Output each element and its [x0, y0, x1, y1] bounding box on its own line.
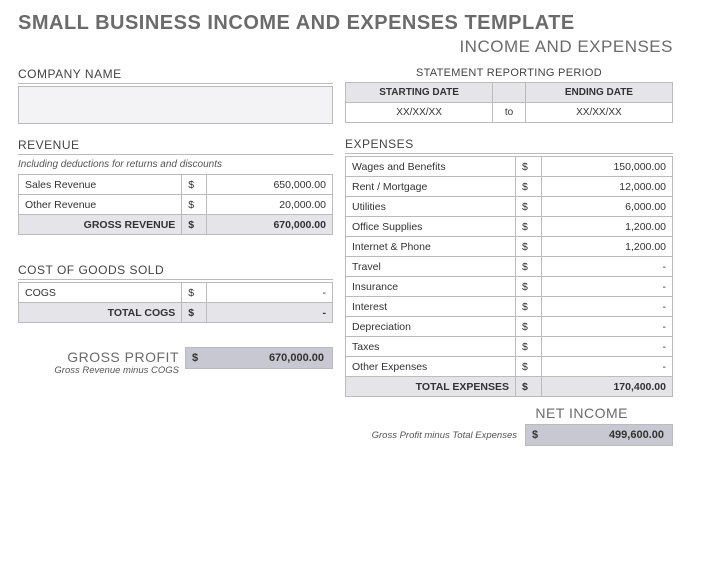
cogs-table: COGS $ - TOTAL COGS $ - — [18, 282, 333, 323]
total-label: TOTAL COGS — [19, 303, 182, 323]
row-value[interactable]: 1,200.00 — [542, 217, 673, 237]
net-income-header: NET INCOME — [345, 405, 673, 421]
gross-profit-block: GROSS PROFIT Gross Revenue minus COGS $ … — [18, 347, 333, 376]
table-row: Office Supplies$1,200.00 — [346, 217, 673, 237]
start-date-value[interactable]: XX/XX/XX — [346, 103, 493, 123]
row-label[interactable]: Rent / Mortgage — [346, 177, 516, 197]
cogs-header: COST OF GOODS SOLD — [18, 263, 333, 280]
row-value[interactable]: 12,000.00 — [542, 177, 673, 197]
row-label[interactable]: COGS — [19, 283, 182, 303]
expenses-total-row: TOTAL EXPENSES $ 170,400.00 — [346, 377, 673, 397]
company-name-input[interactable] — [18, 86, 333, 124]
period-spacer — [493, 83, 526, 103]
row-value[interactable]: - — [542, 277, 673, 297]
table-row: Other Expenses$- — [346, 357, 673, 377]
row-label[interactable]: Interest — [346, 297, 516, 317]
table-row: Interest$- — [346, 297, 673, 317]
row-label[interactable]: Insurance — [346, 277, 516, 297]
currency-symbol: $ — [182, 195, 207, 215]
table-row: Travel$- — [346, 257, 673, 277]
row-value[interactable]: - — [207, 283, 333, 303]
row-value[interactable]: - — [542, 337, 673, 357]
row-label[interactable]: Other Expenses — [346, 357, 516, 377]
start-date-label: STARTING DATE — [346, 83, 493, 103]
net-income-value-box: $ 499,600.00 — [525, 424, 673, 446]
row-label[interactable]: Depreciation — [346, 317, 516, 337]
currency-symbol: $ — [182, 303, 207, 323]
page-title: SMALL BUSINESS INCOME AND EXPENSES TEMPL… — [18, 12, 683, 35]
table-row: Internet & Phone$1,200.00 — [346, 237, 673, 257]
table-row: Rent / Mortgage$12,000.00 — [346, 177, 673, 197]
table-row: Sales Revenue $ 650,000.00 — [19, 175, 333, 195]
currency-symbol: $ — [516, 237, 542, 257]
table-row: Wages and Benefits$150,000.00 — [346, 157, 673, 177]
row-label[interactable]: Utilities — [346, 197, 516, 217]
currency-symbol: $ — [516, 217, 542, 237]
expenses-header: EXPENSES — [345, 137, 673, 154]
company-header: COMPANY NAME — [18, 67, 333, 84]
currency-symbol: $ — [516, 197, 542, 217]
currency-symbol: $ — [182, 215, 207, 235]
currency-symbol: $ — [516, 377, 542, 397]
row-value[interactable]: - — [542, 357, 673, 377]
gross-profit-header: GROSS PROFIT — [54, 349, 179, 365]
revenue-note: Including deductions for returns and dis… — [18, 157, 333, 174]
currency-symbol: $ — [516, 317, 542, 337]
row-value[interactable]: - — [542, 317, 673, 337]
table-row: Depreciation$- — [346, 317, 673, 337]
period-table: STARTING DATE ENDING DATE XX/XX/XX to XX… — [345, 82, 673, 123]
currency-symbol: $ — [526, 429, 544, 441]
net-income-note: Gross Profit minus Total Expenses — [372, 430, 525, 441]
currency-symbol: $ — [186, 352, 204, 364]
row-value[interactable]: 20,000.00 — [207, 195, 333, 215]
net-income-value: 499,600.00 — [544, 429, 672, 441]
currency-symbol: $ — [182, 283, 207, 303]
row-value[interactable]: - — [542, 257, 673, 277]
gross-profit-value-box: $ 670,000.00 — [185, 347, 333, 369]
total-label: GROSS REVENUE — [19, 215, 182, 235]
row-value[interactable]: 150,000.00 — [542, 157, 673, 177]
to-label: to — [493, 103, 526, 123]
row-value[interactable]: 650,000.00 — [207, 175, 333, 195]
revenue-header: REVENUE — [18, 138, 333, 155]
currency-symbol: $ — [516, 157, 542, 177]
gross-profit-note: Gross Revenue minus COGS — [54, 365, 179, 376]
revenue-table: Sales Revenue $ 650,000.00 Other Revenue… — [18, 174, 333, 235]
currency-symbol: $ — [516, 297, 542, 317]
currency-symbol: $ — [516, 337, 542, 357]
row-label[interactable]: Taxes — [346, 337, 516, 357]
table-row: Taxes$- — [346, 337, 673, 357]
total-label: TOTAL EXPENSES — [346, 377, 516, 397]
row-label[interactable]: Wages and Benefits — [346, 157, 516, 177]
expenses-table: Wages and Benefits$150,000.00 Rent / Mor… — [345, 156, 673, 397]
currency-symbol: $ — [516, 277, 542, 297]
table-row: COGS $ - — [19, 283, 333, 303]
currency-symbol: $ — [182, 175, 207, 195]
row-label[interactable]: Travel — [346, 257, 516, 277]
total-value: 670,000.00 — [207, 215, 333, 235]
row-value[interactable]: 6,000.00 — [542, 197, 673, 217]
end-date-label: ENDING DATE — [525, 83, 672, 103]
currency-symbol: $ — [516, 177, 542, 197]
row-value[interactable]: 1,200.00 — [542, 237, 673, 257]
currency-symbol: $ — [516, 357, 542, 377]
row-label[interactable]: Other Revenue — [19, 195, 182, 215]
table-row: Insurance$- — [346, 277, 673, 297]
revenue-total-row: GROSS REVENUE $ 670,000.00 — [19, 215, 333, 235]
total-value: - — [207, 303, 333, 323]
row-label[interactable]: Sales Revenue — [19, 175, 182, 195]
end-date-value[interactable]: XX/XX/XX — [525, 103, 672, 123]
currency-symbol: $ — [516, 257, 542, 277]
row-label[interactable]: Office Supplies — [346, 217, 516, 237]
table-row: Utilities$6,000.00 — [346, 197, 673, 217]
total-value: 170,400.00 — [542, 377, 673, 397]
table-row: Other Revenue $ 20,000.00 — [19, 195, 333, 215]
cogs-total-row: TOTAL COGS $ - — [19, 303, 333, 323]
page-subtitle: INCOME AND EXPENSES — [18, 37, 683, 57]
row-label[interactable]: Internet & Phone — [346, 237, 516, 257]
row-value[interactable]: - — [542, 297, 673, 317]
period-header: STATEMENT REPORTING PERIOD — [345, 67, 673, 79]
gross-profit-value: 670,000.00 — [204, 352, 332, 364]
